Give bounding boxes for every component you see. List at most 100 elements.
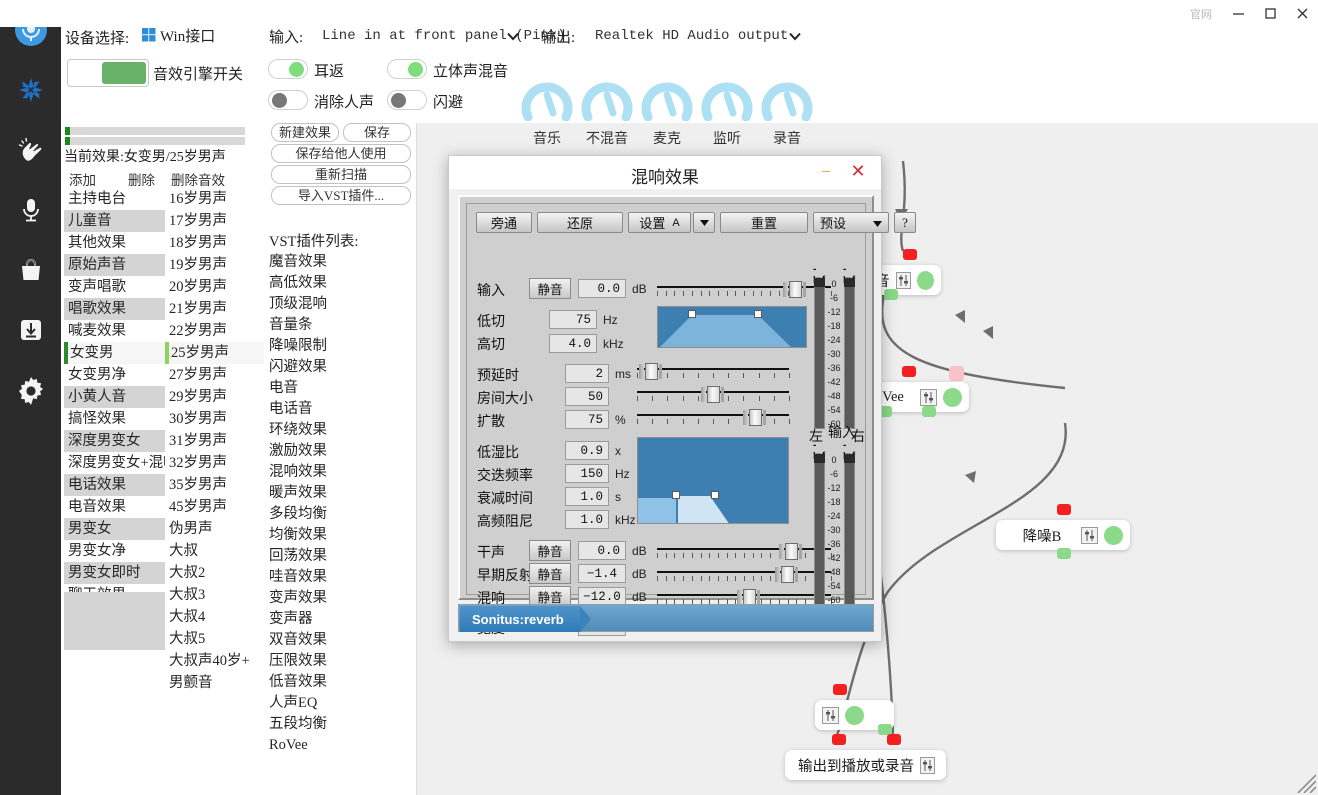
node-output-sliders-icon[interactable] bbox=[920, 756, 935, 774]
effect-preset-item[interactable]: 25岁男声 bbox=[165, 342, 264, 364]
microphone-icon[interactable] bbox=[0, 190, 61, 230]
decay-curve-graph[interactable] bbox=[637, 437, 789, 524]
decay-handle-right[interactable] bbox=[711, 491, 719, 499]
effect-preset-item[interactable]: 27岁男声 bbox=[165, 364, 264, 386]
input-mute-button[interactable]: 静音 bbox=[529, 278, 571, 299]
knob-monitor[interactable]: 监听 bbox=[698, 77, 756, 148]
node-hidden-in-port[interactable] bbox=[833, 684, 847, 695]
effect-category-item[interactable]: 搞怪效果 bbox=[64, 408, 165, 430]
vst-plugin-item[interactable]: 音量条 bbox=[269, 315, 313, 336]
node-denoise-b[interactable]: 降噪B bbox=[996, 520, 1130, 550]
clapping-hands-icon[interactable] bbox=[0, 130, 61, 170]
effect-preset-item[interactable]: 19岁男声 bbox=[165, 254, 264, 276]
effect-preset-item[interactable]: 32岁男声 bbox=[165, 452, 264, 474]
node-microphone-out-port[interactable] bbox=[884, 289, 898, 300]
node-denoise-b-status-dot[interactable] bbox=[1104, 525, 1123, 545]
node-rovee-status-dot[interactable] bbox=[943, 387, 962, 407]
import-vst-button[interactable]: 导入VST插件... bbox=[271, 186, 411, 205]
delete-effect-button[interactable]: 删除 bbox=[128, 169, 155, 189]
knob-record[interactable]: 录音 bbox=[758, 77, 816, 148]
vst-plugin-item[interactable]: 压限效果 bbox=[269, 651, 327, 672]
node-microphone-in-port[interactable] bbox=[903, 249, 917, 260]
eq-handle-high[interactable] bbox=[754, 310, 762, 318]
diffusion-value[interactable]: 75 bbox=[565, 410, 609, 429]
window-resize-grip[interactable] bbox=[1290, 767, 1317, 794]
vst-plugin-item[interactable]: 激励效果 bbox=[269, 441, 327, 462]
decay-handle-left[interactable] bbox=[672, 491, 680, 499]
dry-value[interactable]: 0.0 bbox=[578, 541, 626, 560]
vst-plugin-item[interactable]: 高低效果 bbox=[269, 273, 327, 294]
official-website-link[interactable]: 官网 bbox=[1180, 6, 1222, 22]
vst-plugin-item[interactable]: 混响效果 bbox=[269, 462, 327, 483]
input-chevron-down-icon[interactable] bbox=[506, 29, 520, 43]
node-output-in-port-left[interactable] bbox=[832, 734, 846, 745]
effect-category-item[interactable]: 女变男净 bbox=[64, 364, 165, 386]
effect-preset-item[interactable]: 45岁男声 bbox=[165, 496, 264, 518]
toggle-remove-vocal[interactable] bbox=[268, 90, 308, 110]
node-microphone-sliders-icon[interactable] bbox=[895, 271, 911, 289]
effect-category-item[interactable]: 原始声音 bbox=[64, 254, 165, 276]
vst-plugin-item[interactable]: 多段均衡 bbox=[269, 504, 327, 525]
vst-plugin-item[interactable]: 五段均衡 bbox=[269, 714, 327, 735]
effect-preset-item[interactable]: 大叔5 bbox=[165, 628, 264, 650]
delete-sound-effect-button[interactable]: 删除音效 bbox=[171, 169, 225, 189]
plugin-name-tab[interactable]: Sonitus:reverb bbox=[460, 606, 591, 632]
dry-slider[interactable] bbox=[657, 543, 832, 564]
decay-time-value[interactable]: 1.0 bbox=[565, 487, 609, 506]
vst-plugin-item[interactable]: 人声EQ bbox=[269, 693, 317, 714]
effect-category-item[interactable]: 变声唱歌 bbox=[64, 276, 165, 298]
vst-plugin-item[interactable]: 暖声效果 bbox=[269, 483, 327, 504]
early-reflections-slider[interactable] bbox=[657, 566, 832, 587]
vst-plugin-item[interactable]: 闪避效果 bbox=[269, 357, 327, 378]
toggle-stereo-mix[interactable] bbox=[387, 59, 427, 79]
vst-plugin-item[interactable]: 电音 bbox=[269, 378, 298, 399]
effect-category-item[interactable]: 男变女净 bbox=[64, 540, 165, 562]
effect-preset-item[interactable]: 22岁男声 bbox=[165, 320, 264, 342]
toggle-earback[interactable] bbox=[268, 59, 308, 79]
effect-preset-item[interactable]: 30岁男声 bbox=[165, 408, 264, 430]
high-cut-value[interactable]: 4.0 bbox=[549, 334, 597, 353]
settings-button[interactable]: 设置 A bbox=[628, 212, 691, 233]
add-effect-button[interactable]: 添加 bbox=[69, 169, 96, 189]
restore-button[interactable]: 还原 bbox=[537, 212, 623, 233]
effect-preset-item[interactable]: 大叔声40岁+ bbox=[165, 650, 264, 672]
effect-category-item[interactable]: 深度男变女+混响 bbox=[64, 452, 165, 474]
reverb-minimize-icon[interactable]: − bbox=[817, 163, 835, 182]
vst-plugin-item[interactable]: 变声器 bbox=[269, 609, 313, 630]
early-reflections-mute-button[interactable]: 静音 bbox=[529, 563, 571, 584]
hf-damping-value[interactable]: 1.0 bbox=[565, 510, 609, 529]
node-denoise-b-out-port[interactable] bbox=[1057, 548, 1071, 559]
predelay-slider[interactable] bbox=[637, 363, 790, 384]
effect-preset-item[interactable]: 16岁男声 bbox=[165, 188, 264, 210]
reverb-plugin-dialog[interactable]: 混响效果 − ✕ 旁通 还原 设置 A 重置 预设 ? 输入 静音 0.0 dB… bbox=[448, 155, 916, 642]
effect-category-item[interactable]: 深度男变女 bbox=[64, 430, 165, 452]
effect-preset-item[interactable]: 伪男声 bbox=[165, 518, 264, 540]
effect-category-item[interactable]: 其他效果 bbox=[64, 232, 165, 254]
effect-preset-item[interactable]: 31岁男声 bbox=[165, 430, 264, 452]
vst-plugin-item[interactable]: 双音效果 bbox=[269, 630, 327, 651]
node-hidden-sliders-icon[interactable] bbox=[822, 706, 839, 724]
toggle-ducking[interactable] bbox=[387, 90, 427, 110]
knob-no-mix[interactable]: 不混音 bbox=[578, 77, 636, 148]
effect-preset-list[interactable]: 16岁男声 17岁男声 18岁男声 19岁男声 20岁男声 21岁男声 22岁男声 25岁男声… bbox=[165, 188, 264, 694]
input-gain-value[interactable]: 0.0 bbox=[578, 279, 626, 298]
effect-category-item[interactable]: 男变女 bbox=[64, 518, 165, 540]
effect-preset-item[interactable]: 20岁男声 bbox=[165, 276, 264, 298]
output-chevron-down-icon[interactable] bbox=[788, 29, 802, 43]
crossover-value[interactable]: 150 bbox=[565, 464, 609, 483]
effect-preset-item[interactable]: 17岁男声 bbox=[165, 210, 264, 232]
vst-plugin-item[interactable]: 低音效果 bbox=[269, 672, 327, 693]
device-select-value[interactable]: Win接口 bbox=[160, 25, 215, 46]
shopping-bag-icon[interactable] bbox=[0, 250, 61, 290]
save-button[interactable]: 保存 bbox=[343, 123, 411, 142]
effect-category-item[interactable]: 男变女即时 bbox=[64, 562, 165, 584]
minimize-icon[interactable] bbox=[1222, 0, 1254, 27]
vst-plugin-item[interactable]: 均衡效果 bbox=[269, 525, 327, 546]
dry-mute-button[interactable]: 静音 bbox=[529, 540, 571, 561]
eq-curve-graph[interactable] bbox=[657, 306, 807, 348]
effect-preset-item[interactable]: 大叔 bbox=[165, 540, 264, 562]
vst-plugin-item[interactable]: 顶级混响 bbox=[269, 294, 327, 315]
node-hidden-status-dot[interactable] bbox=[845, 705, 864, 725]
rescan-button[interactable]: 重新扫描 bbox=[271, 165, 411, 184]
output-device-value[interactable]: Realtek HD Audio output bbox=[595, 28, 788, 44]
